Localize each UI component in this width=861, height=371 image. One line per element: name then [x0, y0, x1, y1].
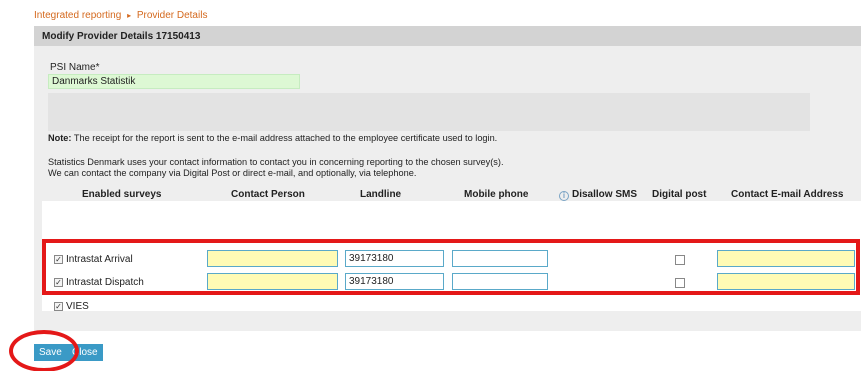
intrastat-arrival-landline-input[interactable] — [345, 250, 444, 267]
info-area — [48, 93, 810, 131]
close-button[interactable]: Close — [67, 344, 103, 361]
vies-label: VIES — [66, 301, 89, 312]
breadcrumb-current: Provider Details — [136, 10, 208, 21]
intrastat-arrival-digital-post-checkbox[interactable] — [675, 255, 685, 265]
intrastat-dispatch-contact-person-input[interactable] — [207, 273, 338, 290]
note-text: The receipt for the report is sent to th… — [71, 133, 498, 143]
breadcrumb: Integrated reporting ▸ Provider Details — [34, 10, 207, 21]
intrastat-dispatch-landline-input[interactable] — [345, 273, 444, 290]
intrastat-arrival-email-input[interactable] — [717, 250, 855, 267]
header-enabled-surveys: Enabled surveys — [82, 189, 162, 200]
header-digital-post: Digital post — [652, 189, 707, 200]
psi-name-field: Danmarks Statistik — [48, 74, 300, 89]
header-disallow-sms-label: Disallow SMS — [572, 189, 638, 200]
save-button[interactable]: Save — [34, 344, 67, 361]
intrastat-arrival-checkbox[interactable]: ✓ — [54, 255, 63, 264]
intrastat-dispatch-checkbox[interactable]: ✓ — [54, 278, 63, 287]
header-contact-person: Contact Person — [231, 189, 305, 200]
contact-statement-line2: We can contact the company via Digital P… — [48, 168, 417, 178]
breadcrumb-separator-icon: ▸ — [127, 11, 132, 20]
note-label: Note: — [48, 133, 72, 143]
contact-statement-line1: Statistics Denmark uses your contact inf… — [48, 157, 504, 167]
intrastat-dispatch-digital-post-checkbox[interactable] — [675, 278, 685, 288]
header-contact-email: Contact E-mail Address — [731, 189, 844, 200]
psi-name-label: PSI Name* — [50, 62, 100, 73]
breadcrumb-link-integrated-reporting[interactable]: Integrated reporting — [34, 10, 121, 21]
header-mobile-phone: Mobile phone — [464, 189, 529, 200]
intrastat-arrival-contact-person-input[interactable] — [207, 250, 338, 267]
header-landline: Landline — [360, 189, 402, 200]
vies-checkbox[interactable]: ✓ — [54, 302, 63, 311]
intrastat-dispatch-email-input[interactable] — [717, 273, 855, 290]
panel-title: Modify Provider Details 17150413 — [34, 26, 861, 46]
header-disallow-sms: i Disallow SMS — [559, 189, 637, 201]
receipt-note: Note: The receipt for the report is sent… — [48, 133, 497, 143]
intrastat-dispatch-mobile-input[interactable] — [452, 273, 548, 290]
intrastat-arrival-mobile-input[interactable] — [452, 250, 548, 267]
intrastat-arrival-label: Intrastat Arrival — [66, 254, 133, 265]
intrastat-dispatch-label: Intrastat Dispatch — [66, 277, 144, 288]
info-icon[interactable]: i — [559, 191, 569, 201]
